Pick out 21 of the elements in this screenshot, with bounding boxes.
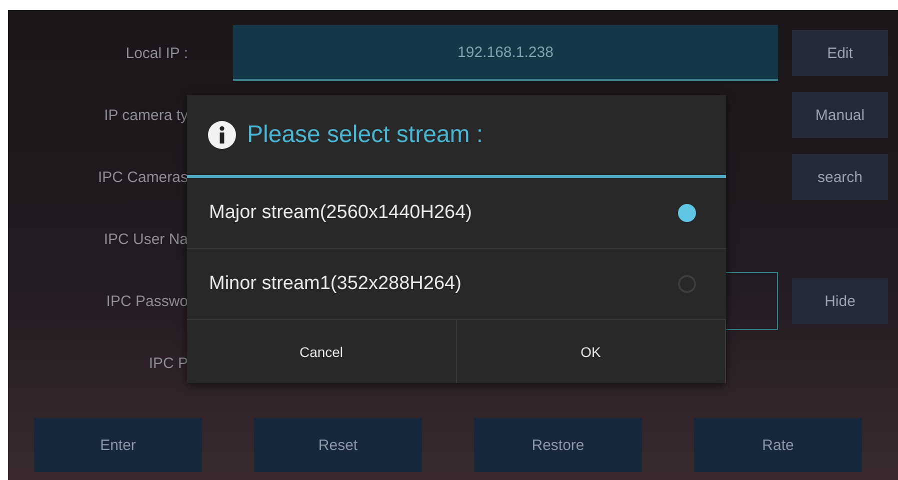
side-button[interactable]: Hide — [792, 278, 888, 324]
side-button[interactable]: search — [792, 154, 888, 200]
field-label: IPC P — [148, 354, 188, 372]
info-icon — [207, 120, 237, 150]
dialog-button[interactable]: OK — [456, 320, 726, 383]
side-button[interactable]: Edit — [792, 30, 888, 76]
action-button[interactable]: Restore — [474, 418, 642, 472]
field-label: IPC Passwo — [105, 292, 188, 310]
action-button[interactable]: Reset — [254, 418, 422, 472]
side-button[interactable]: Manual — [792, 92, 888, 138]
ip-field[interactable]: 192.168.1.238 — [233, 25, 778, 81]
field-label: IP camera ty — [103, 106, 188, 124]
dialog-title: Please select stream : — [247, 121, 484, 149]
stream-option[interactable]: Major stream(2560x1440H264) — [187, 178, 726, 249]
field-label: IPC User Na — [102, 230, 188, 248]
action-button[interactable]: Enter — [34, 418, 202, 472]
dialog-button[interactable]: Cancel — [187, 320, 456, 383]
field-label: IPC Cameras — [96, 168, 188, 186]
field-label: Local IP : — [124, 44, 188, 62]
action-button[interactable]: Rate — [694, 418, 862, 472]
radio-button[interactable] — [678, 204, 696, 222]
